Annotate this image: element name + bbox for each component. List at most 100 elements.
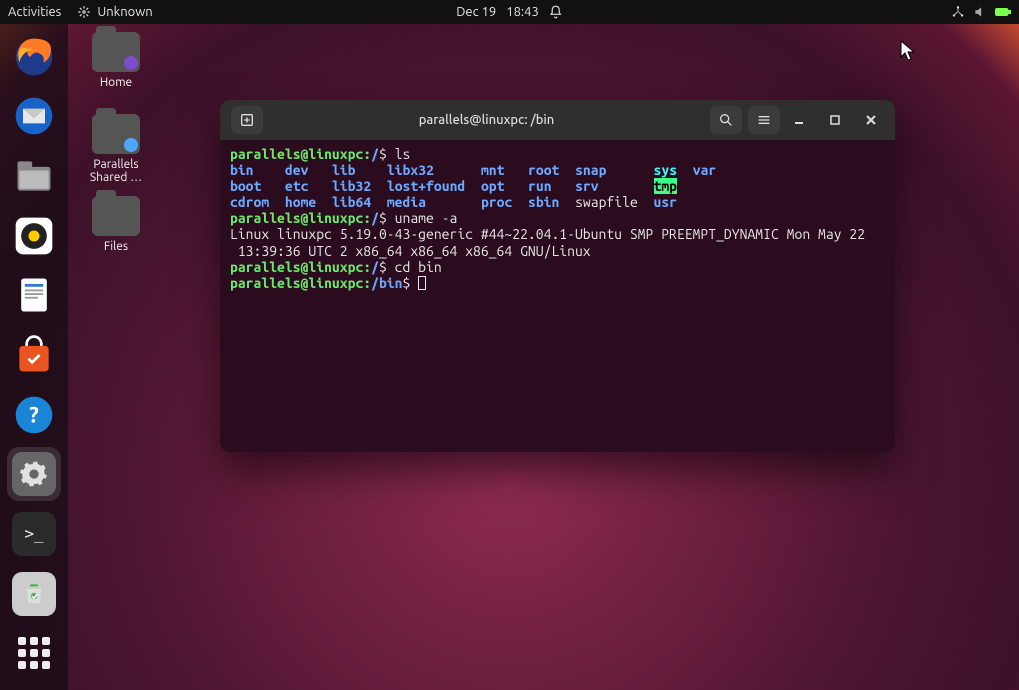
folder-icon — [92, 32, 140, 72]
ls-entry: root — [528, 162, 559, 178]
dock-trash[interactable] — [7, 567, 61, 621]
ls-entry: media — [387, 194, 426, 210]
prompt-path: /bin — [371, 275, 402, 291]
new-tab-button[interactable] — [231, 106, 263, 134]
ls-entry: swapfile — [575, 194, 638, 210]
time-label: 18:43 — [506, 5, 539, 19]
clock[interactable]: Dec 19 18:43 — [456, 5, 563, 19]
gear-icon — [20, 460, 48, 488]
dock-writer[interactable] — [7, 269, 61, 323]
ls-entry: var — [693, 162, 717, 178]
ls-entry: lib32 — [332, 178, 371, 194]
ls-entry: bin — [230, 162, 254, 178]
maximize-icon — [829, 114, 841, 126]
apps-grid-icon — [18, 637, 50, 669]
notification-bell-icon — [549, 5, 563, 19]
ls-entry: lost+found — [387, 178, 465, 194]
dock-thunderbird[interactable] — [7, 90, 61, 144]
ls-entry: opt — [481, 178, 505, 194]
dock-settings[interactable] — [7, 447, 61, 501]
maximize-button[interactable] — [819, 106, 851, 134]
search-icon — [718, 112, 734, 128]
dock-software[interactable] — [7, 328, 61, 382]
ls-entry: home — [285, 194, 316, 210]
prompt-sep: : — [363, 275, 371, 291]
cmd-ls: ls — [395, 146, 411, 162]
ls-entry: libx32 — [387, 162, 434, 178]
terminal-cursor — [418, 276, 426, 290]
ls-entry: dev — [285, 162, 309, 178]
ls-entry: lib64 — [332, 194, 371, 210]
prompt-user: parallels@linuxpc — [230, 146, 363, 162]
prompt-dollar: $ — [379, 146, 387, 162]
ls-entry: etc — [285, 178, 309, 194]
app-indicator-label: Unknown — [97, 5, 152, 19]
dock-help[interactable]: ? — [7, 388, 61, 442]
app-indicator[interactable]: Unknown — [77, 5, 152, 19]
prompt-sep: : — [363, 146, 371, 162]
ls-entry: proc — [481, 194, 512, 210]
battery-icon — [995, 5, 1011, 19]
help-icon: ? — [12, 393, 56, 437]
ls-entry: srv — [575, 178, 599, 194]
cmd-cd: cd bin — [395, 259, 442, 275]
dock-firefox[interactable] — [7, 30, 61, 84]
prompt-user: parallels@linuxpc — [230, 210, 363, 226]
speaker-icon — [12, 214, 56, 258]
dock-terminal[interactable]: >_ — [7, 507, 61, 561]
prompt-dollar: $ — [403, 275, 411, 291]
titlebar[interactable]: parallels@linuxpc: /bin — [220, 100, 895, 140]
unknown-icon — [77, 5, 91, 19]
prompt-user: parallels@linuxpc — [230, 259, 363, 275]
files-icon — [12, 154, 56, 198]
desktop-icon-home[interactable]: Home — [80, 32, 152, 89]
dock-files[interactable] — [7, 149, 61, 203]
activities-button[interactable]: Activities — [8, 5, 61, 19]
terminal-body[interactable]: parallels@linuxpc:/$ ls bin dev lib libx… — [220, 140, 895, 452]
folder-icon — [92, 114, 140, 154]
prompt-sep: : — [363, 210, 371, 226]
minimize-icon — [793, 114, 805, 126]
terminal-window: parallels@linuxpc: /bin parallels@linuxp… — [220, 100, 895, 452]
hamburger-icon — [756, 112, 772, 128]
desktop-icon-label: Home — [80, 76, 152, 89]
prompt-user: parallels@linuxpc — [230, 275, 363, 291]
ls-entry: snap — [575, 162, 606, 178]
network-icon — [951, 5, 965, 19]
date-label: Dec 19 — [456, 5, 496, 19]
show-applications[interactable] — [7, 626, 61, 680]
dock: ? >_ — [0, 24, 68, 690]
close-button[interactable] — [855, 106, 887, 134]
menu-button[interactable] — [748, 106, 780, 134]
ls-entry: sbin — [528, 194, 559, 210]
prompt-dollar: $ — [379, 210, 387, 226]
search-button[interactable] — [710, 106, 742, 134]
prompt-dollar: $ — [379, 259, 387, 275]
cmd-uname: uname -a — [395, 210, 458, 226]
ls-entry: mnt — [481, 162, 505, 178]
minimize-button[interactable] — [783, 106, 815, 134]
prompt-sep: : — [363, 259, 371, 275]
firefox-icon — [12, 35, 56, 79]
ls-entry: tmp — [654, 178, 678, 194]
close-icon — [865, 114, 877, 126]
desktop-icon-label: Files — [80, 240, 152, 253]
system-tray[interactable] — [951, 5, 1011, 19]
new-tab-icon — [239, 112, 255, 128]
ls-entry: boot — [230, 178, 261, 194]
desktop-icon-label: Parallels Shared … — [80, 158, 152, 184]
desktop-icon-parallels[interactable]: Parallels Shared … — [80, 114, 152, 184]
terminal-icon: >_ — [12, 512, 56, 556]
volume-icon — [973, 5, 987, 19]
ls-entry: run — [528, 178, 552, 194]
dock-rhythmbox[interactable] — [7, 209, 61, 263]
prompt-path: / — [371, 146, 379, 162]
desktop-icon-files[interactable]: Files — [80, 196, 152, 253]
thunderbird-icon — [12, 94, 56, 138]
ls-entry: lib — [332, 162, 356, 178]
prompt-path: / — [371, 259, 379, 275]
uname-output: Linux linuxpc 5.19.0-43-generic #44~22.0… — [230, 226, 865, 242]
trash-icon — [21, 581, 47, 607]
window-title: parallels@linuxpc: /bin — [266, 113, 707, 127]
prompt-path: / — [371, 210, 379, 226]
